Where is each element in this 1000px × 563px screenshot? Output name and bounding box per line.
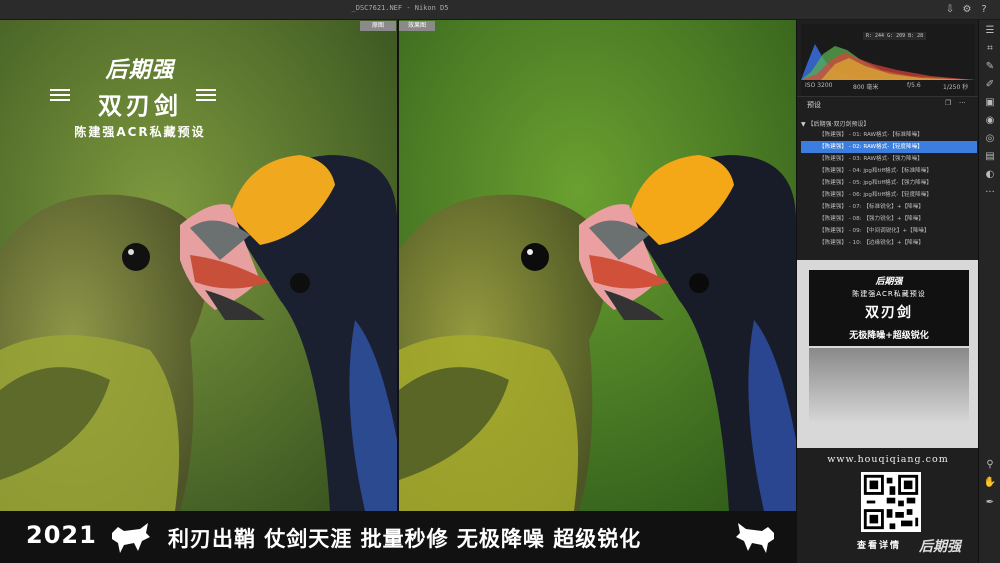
after-label: 效果图 xyxy=(399,21,435,31)
preset-group-label: 【后期强·双刃剑预设】 xyxy=(807,121,870,128)
website-url: www.houqiqiang.com xyxy=(827,454,949,465)
preset-item-selected[interactable]: 【陈建强】 - 02: RAW格式-【轻度降噪】 xyxy=(801,141,977,153)
shutter-speed: 1/250 秒 xyxy=(943,84,969,91)
product-box: 后期强 陈建强ACR私藏预设 双刃剑 无极降噪+超级锐化 xyxy=(809,270,969,346)
banner-slogans: 利刃出鞘 仗剑天涯 批量秒修 无极降噪 超级锐化 xyxy=(168,527,642,551)
preset-item[interactable]: 【陈建强】 - 07: 【标准锐化】+【降噪】 xyxy=(801,201,977,213)
brand-watermark: 后期强 xyxy=(919,539,961,555)
presets-header: 预设 ❐ ··· xyxy=(797,96,979,110)
more-icon[interactable]: ··· xyxy=(983,186,997,200)
decor-lines-right xyxy=(196,86,216,104)
preset-item[interactable]: 【陈建强】 - 06: jpg和tiff格式-【轻度降噪】 xyxy=(801,189,977,201)
radial-icon[interactable]: ◉ xyxy=(983,114,997,128)
bull-icon xyxy=(112,523,150,553)
crop-icon[interactable]: ⌗ xyxy=(983,42,997,56)
preset-item[interactable]: 【陈建强】 - 04: jpg和tiff格式-【标准降噪】 xyxy=(801,165,977,177)
bull-icon xyxy=(736,523,774,553)
rgb-readout: R: 244 G: 209 B: 28 xyxy=(863,32,927,40)
banner-year: 2021 xyxy=(26,521,97,549)
product-subtitle: 陈建强ACR私藏预设 xyxy=(852,290,926,298)
after-pane[interactable]: 效果图 xyxy=(399,20,796,511)
presets-icon[interactable]: ◐ xyxy=(983,168,997,182)
qr-caption: 查看详情 xyxy=(857,541,902,551)
gradient-icon[interactable]: ▣ xyxy=(983,96,997,110)
title-bar: _DSC7621.NEF - Nikon D5 ⇩ ⚙ ? xyxy=(0,0,1000,20)
before-label: 原图 xyxy=(360,21,396,31)
preset-item[interactable]: 【陈建强】 - 01: RAW格式-【标准降噪】 xyxy=(801,129,977,141)
before-pane[interactable]: 后期强 双刃剑 陈建强ACR私藏预设 原图 xyxy=(0,20,397,511)
preset-item[interactable]: 【陈建强】 - 05: jpg和tiff格式-【强力降噪】 xyxy=(801,177,977,189)
tool-strip: ☰ ⌗ ✎ ✐ ▣ ◉ ◎ ▤ ◐ ··· ⚲ ✋ ✒ xyxy=(978,20,1000,563)
right-panel: R: 244 G: 209 B: 28 ISO 3200 800 毫米 f/5.… xyxy=(796,20,979,563)
chevron-down-icon[interactable]: ▼ xyxy=(801,121,806,128)
product-promo: 后期强 陈建强ACR私藏预设 双刃剑 无极降噪+超级锐化 xyxy=(797,260,979,448)
zoom-icon[interactable]: ⚲ xyxy=(983,458,997,472)
preset-item[interactable]: 【陈建强】 - 09: 【中间调锐化】+【降噪】 xyxy=(801,225,977,237)
file-title: _DSC7621.NEF - Nikon D5 xyxy=(351,4,449,12)
product-logo: 后期强 xyxy=(875,277,903,287)
brand-overlay: 后期强 双刃剑 陈建强ACR私藏预设 xyxy=(40,52,240,140)
eyedropper-icon[interactable]: ✒ xyxy=(983,496,997,510)
product-name: 双刃剑 xyxy=(865,305,913,321)
promo-banner: 2021 利刃出鞘 仗剑天涯 批量秒修 无极降噪 超级锐化 xyxy=(0,511,796,563)
aperture-value: f/5.6 xyxy=(907,82,921,89)
focal-length: 800 毫米 xyxy=(853,84,879,91)
presets-title: 预设 xyxy=(807,101,821,109)
new-preset-icon[interactable]: ❐ xyxy=(945,99,951,107)
gear-icon[interactable]: ⚙ xyxy=(961,4,973,16)
decor-lines-left xyxy=(50,86,70,104)
product-reflection xyxy=(809,348,969,424)
sliders-icon[interactable]: ☰ xyxy=(983,24,997,38)
more-options-icon[interactable]: ··· xyxy=(959,99,966,107)
preset-group[interactable]: ▼ 【后期强·双刃剑预设】 xyxy=(801,119,869,128)
brand-subtitle: 陈建强ACR私藏预设 xyxy=(74,125,206,139)
qr-code xyxy=(861,472,921,532)
product-tagline: 无极降噪+超级锐化 xyxy=(849,331,929,341)
healing-icon[interactable]: ✎ xyxy=(983,60,997,74)
bird-photo-after xyxy=(399,20,796,511)
redeye-icon[interactable]: ◎ xyxy=(983,132,997,146)
brand-logo: 后期强 xyxy=(105,58,175,83)
preset-item[interactable]: 【陈建强】 - 10: 【边缘锐化】+【降噪】 xyxy=(801,237,977,249)
snapshot-icon[interactable]: ▤ xyxy=(983,150,997,164)
iso-value: ISO 3200 xyxy=(805,82,833,89)
hand-icon[interactable]: ✋ xyxy=(983,476,997,490)
brush-icon[interactable]: ✐ xyxy=(983,78,997,92)
preset-item[interactable]: 【陈建强】 - 08: 【强力锐化】+【降噪】 xyxy=(801,213,977,225)
image-viewer[interactable]: 后期强 双刃剑 陈建强ACR私藏预设 原图 效果图 xyxy=(0,20,796,511)
help-icon[interactable]: ? xyxy=(978,4,990,16)
export-icon[interactable]: ⇩ xyxy=(944,4,956,16)
preset-list: 【陈建强】 - 01: RAW格式-【标准降噪】 【陈建强】 - 02: RAW… xyxy=(801,129,977,249)
preset-item[interactable]: 【陈建强】 - 03: RAW格式-【强力降噪】 xyxy=(801,153,977,165)
